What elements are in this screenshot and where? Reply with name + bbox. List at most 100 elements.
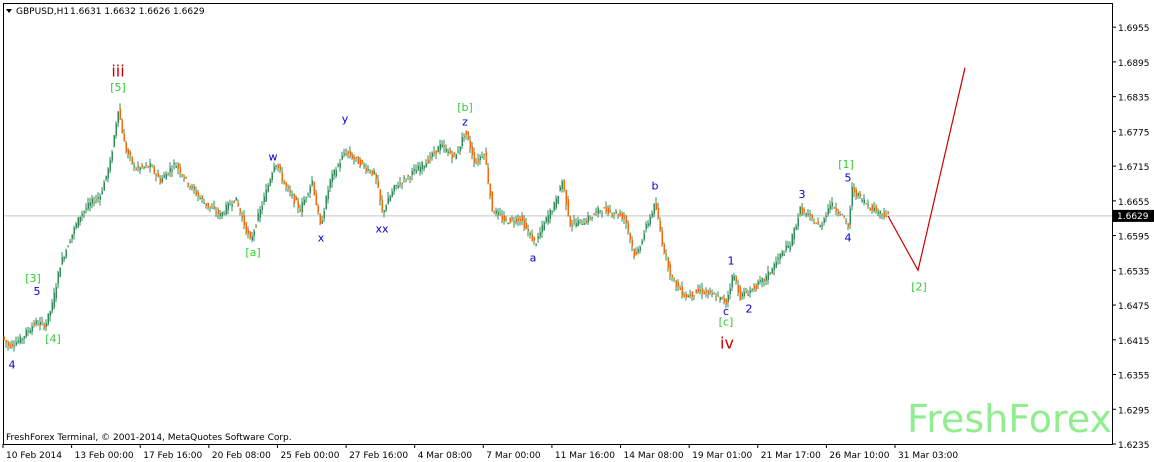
candle-body xyxy=(863,199,865,204)
candle-body xyxy=(407,175,409,177)
candle-body xyxy=(769,272,771,274)
candle-body xyxy=(489,183,491,197)
candle-body xyxy=(519,218,521,221)
candle-body xyxy=(215,212,217,214)
candle-body xyxy=(681,286,683,296)
candle-body xyxy=(865,203,867,205)
y-tick-label: 1.6535 xyxy=(1118,267,1150,277)
candle-body xyxy=(129,152,131,156)
candle-body xyxy=(423,165,425,169)
candle-body xyxy=(707,290,709,295)
candle-body xyxy=(617,214,619,217)
candle-body xyxy=(797,217,799,227)
candle-body xyxy=(273,166,275,172)
copyright-text: FreshForex Terminal, © 2001-2014, MetaQu… xyxy=(6,433,292,443)
candle-body xyxy=(569,216,571,227)
candle-body xyxy=(387,197,389,205)
candle-body xyxy=(209,206,211,208)
candle-body xyxy=(771,268,773,274)
candle-body xyxy=(639,246,641,251)
candle-body xyxy=(687,295,689,298)
candle-body xyxy=(255,225,257,227)
wave-label: 4 xyxy=(9,359,16,372)
candle-body xyxy=(233,200,235,203)
candle-body xyxy=(539,232,541,237)
candle-body xyxy=(261,205,263,211)
candle-body xyxy=(417,165,419,171)
candle-body xyxy=(459,146,461,152)
candle-body xyxy=(881,213,883,215)
candle-body xyxy=(747,294,749,296)
candle-body xyxy=(527,228,529,232)
candle-body xyxy=(173,162,175,165)
candle-body xyxy=(153,166,155,173)
candle-body xyxy=(15,342,17,346)
candle-body xyxy=(385,205,387,211)
candle-body xyxy=(47,313,49,325)
candle-body xyxy=(543,222,545,231)
candle-body xyxy=(127,149,129,155)
candle-body xyxy=(763,278,765,282)
candle-body xyxy=(567,199,569,216)
wave-label: 5 xyxy=(34,285,41,298)
y-tick-label: 1.6415 xyxy=(1118,337,1150,347)
candle-body xyxy=(71,234,73,239)
wave-label: [3] xyxy=(25,272,41,285)
candle-body xyxy=(469,140,471,149)
candle-body xyxy=(629,233,631,240)
candle-body xyxy=(147,166,149,168)
candle-body xyxy=(755,284,757,290)
candle-body xyxy=(655,203,657,210)
candle-body xyxy=(555,197,557,208)
wave-label: 2 xyxy=(746,303,753,316)
candle-body xyxy=(677,281,679,287)
candle-body xyxy=(159,177,161,183)
candle-body xyxy=(751,288,753,291)
candle-body xyxy=(259,209,261,218)
candle-body xyxy=(105,175,107,180)
candle-body xyxy=(589,217,591,219)
candle-body xyxy=(349,150,351,157)
candle-body xyxy=(77,217,79,228)
candle-body xyxy=(789,245,791,251)
candle-body xyxy=(625,215,627,224)
candle-body xyxy=(51,302,53,312)
candle-body xyxy=(217,209,219,215)
candle-body xyxy=(337,164,339,167)
candle-body xyxy=(767,271,769,280)
candle-body xyxy=(165,173,167,180)
candle-body xyxy=(19,336,21,344)
candle-body xyxy=(671,274,673,278)
candle-body xyxy=(803,209,805,212)
candle-body xyxy=(689,294,691,297)
candle-body xyxy=(185,176,187,178)
candle-body xyxy=(303,199,305,205)
candle-body xyxy=(437,146,439,153)
y-tick-label: 1.6835 xyxy=(1118,94,1150,104)
candle-body xyxy=(801,206,803,215)
candle-body xyxy=(367,169,369,171)
candle-body xyxy=(805,213,807,216)
candle-body xyxy=(3,336,5,340)
candle-body xyxy=(733,276,735,281)
candle-body xyxy=(241,215,243,218)
price-chart[interactable]: FreshForex 1.6955 1.6895 1.6835 1.6775 1.671… xyxy=(0,0,1154,462)
candle-body xyxy=(451,154,453,159)
candle-body xyxy=(585,220,587,223)
candle-body xyxy=(223,213,225,215)
candle-body xyxy=(547,215,549,223)
candle-body xyxy=(645,224,647,230)
candle-body xyxy=(55,287,57,299)
candle-body xyxy=(95,199,97,201)
candle-body xyxy=(651,213,653,217)
candle-body xyxy=(701,288,703,294)
candle-body xyxy=(615,211,617,213)
candle-body xyxy=(73,227,75,235)
candle-body xyxy=(837,211,839,214)
x-tick-label: 11 Mar 16:00 xyxy=(555,451,615,461)
wave-label: [1] xyxy=(838,158,854,171)
candle-body xyxy=(339,162,341,168)
candle-body xyxy=(591,217,593,219)
candle-body xyxy=(799,206,801,215)
candle-body xyxy=(703,292,705,295)
